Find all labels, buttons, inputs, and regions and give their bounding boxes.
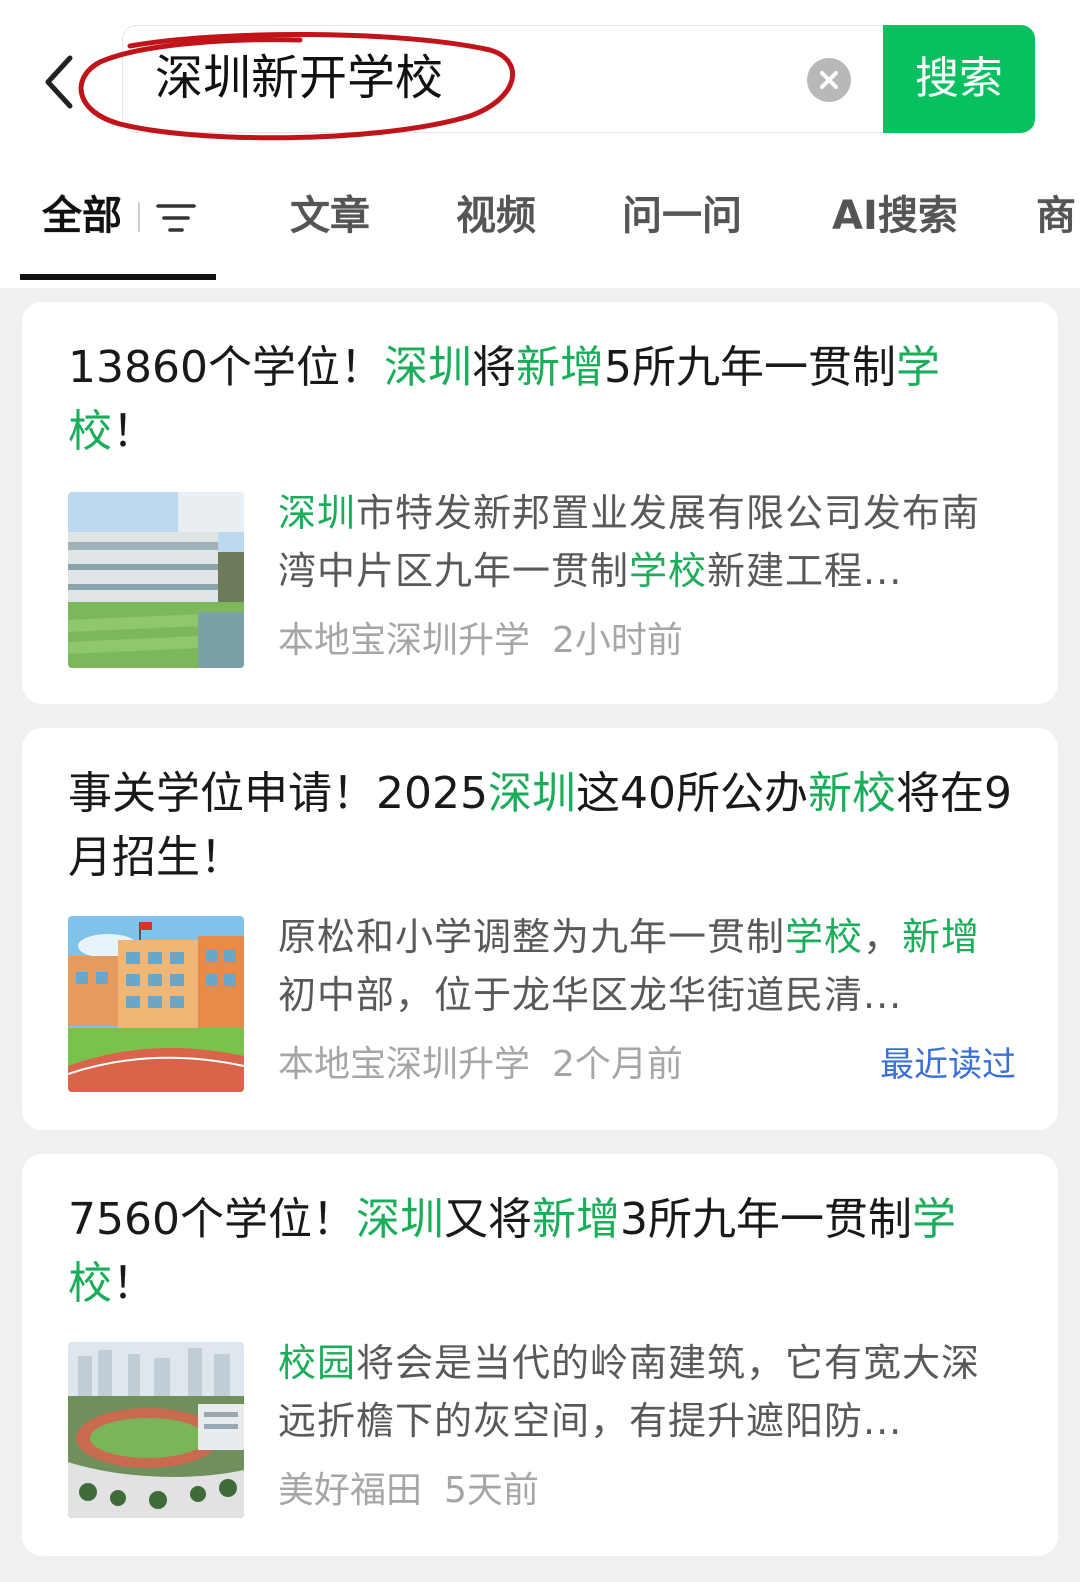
keyword-highlight: 新校 bbox=[807, 768, 896, 819]
keyword-highlight: 新增 bbox=[902, 915, 981, 959]
text-segment: 新建工程... bbox=[707, 549, 903, 593]
active-tab-indicator bbox=[20, 274, 216, 280]
result-time: 2小时前 bbox=[552, 620, 683, 661]
clear-icon[interactable] bbox=[807, 58, 851, 102]
text-segment: 又将 bbox=[443, 1194, 532, 1245]
result-card[interactable]: 13860个学位！深圳将新增5所九年一贯制学校！ 深圳市特发新邦置业发展有限公司… bbox=[22, 302, 1058, 704]
text-segment: 13860个学位！ bbox=[68, 342, 384, 393]
result-card[interactable]: 事关学位申请！2025深圳这40所公办新校将在9月招生！ 原松和小学调整为九年一… bbox=[22, 728, 1058, 1130]
tab-all[interactable]: 全部 bbox=[42, 188, 122, 244]
text-segment: 原松和小学调整为九年一贯制 bbox=[278, 915, 786, 959]
search-input[interactable]: 深圳新开学校 bbox=[122, 25, 882, 133]
tab-ai-search[interactable]: AI搜索 bbox=[832, 188, 958, 244]
keyword-highlight: 学校 bbox=[785, 915, 864, 959]
back-arrow-icon[interactable] bbox=[38, 52, 82, 112]
result-title[interactable]: 7560个学位！深圳又将新增3所九年一贯制学校！ bbox=[68, 1188, 1018, 1316]
keyword-highlight: 深圳 bbox=[278, 491, 357, 535]
keyword-highlight: 新增 bbox=[515, 342, 604, 393]
result-time: 2个月前 bbox=[552, 1044, 683, 1085]
search-button[interactable]: 搜索 bbox=[883, 25, 1035, 133]
search-query-text: 深圳新开学校 bbox=[155, 50, 444, 106]
tab-divider bbox=[138, 202, 140, 232]
keyword-highlight: 新增 bbox=[531, 1194, 620, 1245]
result-meta: 本地宝深圳升学 2个月前 bbox=[278, 1040, 683, 1090]
text-segment: ！ bbox=[112, 406, 156, 457]
result-card[interactable]: 7560个学位！深圳又将新增3所九年一贯制学校！ 校园将会是当代的岭南建筑，它有… bbox=[22, 1154, 1058, 1556]
tab-shop[interactable]: 商 bbox=[1036, 188, 1076, 244]
keyword-highlight: 校园 bbox=[278, 1341, 357, 1385]
text-segment: 将会是当代的岭南建筑，它有宽大深远折檐下的灰空间，有提升遮阳防... bbox=[278, 1341, 981, 1443]
result-source[interactable]: 本地宝深圳升学 bbox=[278, 620, 530, 661]
result-thumbnail bbox=[68, 1342, 244, 1518]
keyword-highlight: 深圳 bbox=[487, 768, 576, 819]
result-meta: 美好福田 5天前 bbox=[278, 1466, 539, 1516]
result-title[interactable]: 事关学位申请！2025深圳这40所公办新校将在9月招生！ bbox=[68, 762, 1018, 890]
text-segment: 事关学位申请！2025 bbox=[68, 768, 488, 819]
result-source[interactable]: 美好福田 bbox=[278, 1470, 422, 1511]
recently-read-badge: 最近读过 bbox=[880, 1045, 1016, 1085]
tab-articles[interactable]: 文章 bbox=[290, 188, 370, 244]
result-meta: 本地宝深圳升学 2小时前 bbox=[278, 616, 683, 666]
search-header: 深圳新开学校 搜索 全部 文章 视频 问一问 AI搜索 商 bbox=[0, 0, 1080, 288]
tab-videos[interactable]: 视频 bbox=[456, 188, 536, 244]
result-time: 5天前 bbox=[444, 1470, 539, 1511]
keyword-highlight: 深圳 bbox=[355, 1194, 444, 1245]
text-segment: ， bbox=[863, 915, 903, 959]
text-segment: 这40所公办 bbox=[575, 768, 808, 819]
result-thumbnail bbox=[68, 492, 244, 668]
text-segment: 3所九年一贯制 bbox=[619, 1194, 912, 1245]
text-segment: 初中部，位于龙华区龙华街道民清... bbox=[278, 973, 903, 1017]
result-title[interactable]: 13860个学位！深圳将新增5所九年一贯制学校！ bbox=[68, 336, 1018, 464]
result-snippet: 深圳市特发新邦置业发展有限公司发布南湾中片区九年一贯制学校新建工程... bbox=[278, 484, 1014, 600]
result-snippet: 原松和小学调整为九年一贯制学校，新增初中部，位于龙华区龙华街道民清... bbox=[278, 908, 1014, 1024]
text-segment: 5所九年一贯制 bbox=[603, 342, 896, 393]
result-source[interactable]: 本地宝深圳升学 bbox=[278, 1044, 530, 1085]
text-segment: 7560个学位！ bbox=[68, 1194, 356, 1245]
result-thumbnail bbox=[68, 916, 244, 1092]
text-segment: 将 bbox=[471, 342, 516, 393]
tab-ask[interactable]: 问一问 bbox=[622, 188, 742, 244]
keyword-highlight: 学校 bbox=[629, 549, 708, 593]
keyword-highlight: 深圳 bbox=[383, 342, 472, 393]
text-segment: ！ bbox=[112, 1258, 156, 1309]
result-snippet: 校园将会是当代的岭南建筑，它有宽大深远折檐下的灰空间，有提升遮阳防... bbox=[278, 1334, 1014, 1450]
filter-icon[interactable] bbox=[156, 200, 196, 236]
result-tabs: 全部 文章 视频 问一问 AI搜索 商 bbox=[0, 180, 1080, 280]
